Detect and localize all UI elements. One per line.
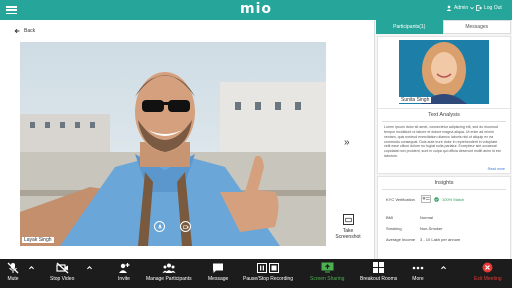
back-button[interactable]: Back bbox=[14, 28, 35, 34]
top-bar: mio Admin Log Out bbox=[0, 0, 512, 20]
manage-participants-button[interactable]: Manage Participants bbox=[146, 261, 192, 282]
screen-share-icon bbox=[321, 262, 334, 273]
id-card-icon bbox=[421, 195, 431, 203]
microphone-icon bbox=[157, 224, 162, 228]
video-off-icon bbox=[56, 262, 69, 273]
chat-icon bbox=[213, 263, 224, 273]
tab-messages[interactable]: Messages bbox=[442, 20, 511, 34]
insights-panel: Insights KYC Verification 100% Match BMI… bbox=[377, 176, 511, 268]
insights-title: Insights bbox=[434, 180, 454, 186]
text-analysis-title: Text Analysis bbox=[428, 112, 460, 118]
mic-off-icon bbox=[7, 262, 19, 273]
tab-participants[interactable]: Participants(1) bbox=[376, 20, 443, 34]
video-options-chevron-up-icon[interactable] bbox=[86, 264, 93, 271]
user-icon bbox=[446, 5, 452, 11]
sidebar-tabs: Participants(1) Messages bbox=[376, 20, 511, 34]
participant-photo bbox=[399, 40, 489, 104]
screenshot-label-2: Screenshot bbox=[335, 234, 361, 240]
logout-button[interactable]: Log Out bbox=[476, 5, 502, 11]
admin-label: Admin bbox=[454, 5, 469, 11]
insight-label-income: Average Income bbox=[386, 237, 416, 242]
exit-meeting-button[interactable]: Exit Meeting bbox=[474, 261, 502, 282]
insight-value-bmi: Normal bbox=[420, 215, 433, 220]
mute-button[interactable]: Mute bbox=[7, 261, 19, 282]
screenshot-icon bbox=[342, 214, 354, 225]
insight-label-kyc: KYC Verification bbox=[386, 197, 415, 202]
chevron-down-icon bbox=[470, 6, 475, 10]
text-analysis-body: Lorem ipsum dolor sit amet, consectetur … bbox=[384, 125, 501, 159]
more-button[interactable]: More bbox=[412, 261, 424, 282]
logout-label: Log Out bbox=[484, 5, 502, 11]
insight-label-smoking: Smoking bbox=[386, 226, 402, 231]
screen-sharing-label: Screen Sharing bbox=[310, 276, 345, 282]
back-label: Back bbox=[24, 28, 36, 34]
screen-sharing-button[interactable]: Screen Sharing bbox=[310, 261, 344, 282]
meeting-toolbar: Mute Stop Video Invite Manage Participan… bbox=[0, 259, 512, 288]
mute-options-chevron-up-icon[interactable] bbox=[28, 264, 35, 271]
video-camera-button[interactable] bbox=[180, 221, 191, 232]
invite-button[interactable]: Invite bbox=[118, 261, 130, 282]
participant-name-tag: Layak Singh bbox=[22, 237, 54, 243]
video-mic-button[interactable] bbox=[154, 221, 165, 232]
pause-stop-recording-label: Pause/Stop Recording bbox=[243, 276, 294, 282]
participants-icon bbox=[162, 263, 176, 273]
add-person-icon bbox=[119, 262, 130, 273]
kyc-match-value: 100% Match bbox=[442, 196, 465, 202]
chevron-double-right-icon[interactable]: » bbox=[344, 137, 350, 148]
admin-menu[interactable]: Admin bbox=[446, 5, 475, 11]
message-button[interactable]: Message bbox=[208, 261, 228, 282]
breakout-rooms-button[interactable]: Breakout Rooms bbox=[360, 261, 397, 282]
stop-video-label: Stop Video bbox=[50, 276, 75, 282]
exit-meeting-label: Exit Meeting bbox=[474, 276, 502, 282]
divider bbox=[382, 121, 506, 122]
pause-icon bbox=[257, 262, 268, 273]
more-label: More bbox=[412, 276, 424, 282]
stop-video-button[interactable]: Stop Video bbox=[50, 261, 74, 282]
breakout-rooms-label: Breakout Rooms bbox=[360, 276, 398, 282]
text-analysis-panel: Text Analysis Lorem ipsum dolor sit amet… bbox=[377, 108, 511, 174]
invite-label: Invite bbox=[118, 276, 130, 282]
insight-label-bmi: BMI bbox=[386, 215, 394, 220]
exit-icon bbox=[482, 262, 493, 273]
take-screenshot-button[interactable]: Take Screenshot bbox=[335, 214, 361, 240]
sidebar: Participants(1) Messages Sunita Singh Te… bbox=[374, 20, 512, 268]
camera-icon bbox=[182, 225, 188, 229]
more-icon bbox=[412, 266, 424, 269]
text-analysis-read-more-link[interactable]: Read more bbox=[488, 167, 505, 171]
check-circle-icon bbox=[434, 196, 439, 202]
manage-participants-label: Manage Participants bbox=[146, 276, 192, 282]
message-label: Message bbox=[208, 276, 229, 282]
arrow-left-icon bbox=[14, 28, 20, 34]
more-options-chevron-up-icon[interactable] bbox=[440, 264, 447, 271]
divider bbox=[382, 189, 506, 190]
insight-value-income: 3 - 10 Lakh per annum bbox=[420, 237, 461, 242]
stop-icon bbox=[269, 262, 280, 273]
mute-label: Mute bbox=[7, 276, 19, 282]
insight-value-kyc: 100% Match bbox=[421, 195, 464, 203]
grid-icon bbox=[373, 262, 385, 273]
insight-value-smoking: Non-Smoker bbox=[420, 226, 443, 231]
logout-icon bbox=[476, 5, 482, 11]
participant-profile-name: Sunita Singh bbox=[399, 97, 432, 103]
participant-video bbox=[20, 42, 326, 246]
pause-stop-recording-button[interactable]: Pause/Stop Recording bbox=[243, 261, 293, 282]
app-logo: mio bbox=[239, 1, 272, 17]
